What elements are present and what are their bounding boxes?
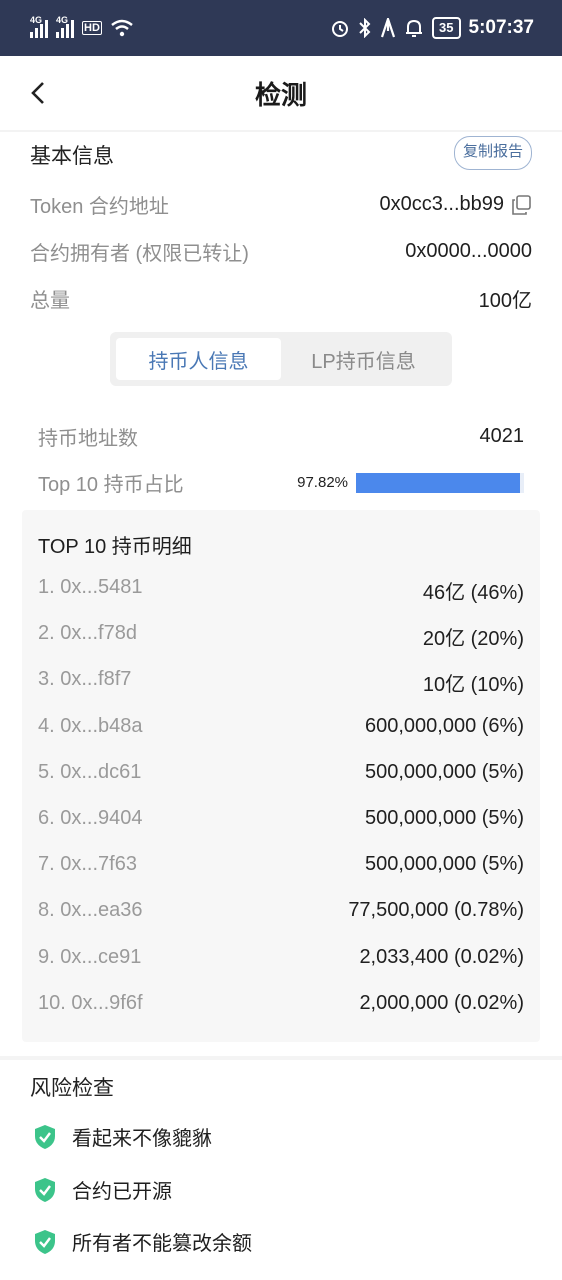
risk-check-label: 所有者不能篡改余额 <box>72 1233 252 1255</box>
hd-icon: HD <box>82 21 102 35</box>
status-bar: 4G 4G HD 35 5:07:37 <box>0 0 562 56</box>
top10-progress-bar <box>356 472 524 493</box>
token-address-label: Token 合约地址 <box>30 196 169 218</box>
holder-address: 4. 0x...b48a <box>38 714 143 737</box>
signal-icon-2: 4G <box>56 15 74 38</box>
holder-count-row: 持币地址数 4021 <box>38 422 524 451</box>
wifi-icon <box>111 19 133 37</box>
a-icon <box>380 18 396 38</box>
copy-report-button[interactable]: 复制报告 <box>453 136 532 170</box>
holder-amount: 600,000,000 (6%) <box>364 714 524 737</box>
holder-row: 10. 0x...9f6f 2,000,000 (0.02%) <box>38 992 524 1015</box>
top10-progress-fill <box>356 472 521 493</box>
holder-amount: 2,033,400 (0.02%) <box>359 945 524 968</box>
holder-row: 3. 0x...f8f7 10亿 (10%) <box>38 668 524 697</box>
token-address-row: Token 合约地址 0x0cc3...bb99 <box>30 190 532 219</box>
holder-row: 7. 0x...7f63 500,000,000 (5%) <box>38 853 524 876</box>
holder-address: 5. 0x...dc61 <box>38 760 142 783</box>
holder-amount: 500,000,000 (5%) <box>364 853 524 876</box>
top10-ratio-value: 97.82% <box>297 474 348 491</box>
holder-address: 1. 0x...5481 <box>38 576 143 598</box>
holder-row: 2. 0x...f78d 20亿 (20%) <box>38 622 524 651</box>
top10-title: TOP 10 持币明细 <box>38 536 192 558</box>
risk-title: 风险检查 <box>30 1077 114 1100</box>
copy-icon[interactable] <box>510 194 532 216</box>
tab-lp-holder-info[interactable]: LP持币信息 <box>281 338 446 380</box>
chevron-left-icon[interactable] <box>24 78 54 108</box>
shield-check-icon <box>35 1124 55 1149</box>
risk-check-item: 合约已开源 <box>34 1175 172 1204</box>
holder-row: 8. 0x...ea36 77,500,000 (0.78%) <box>38 899 524 922</box>
risk-check-item: 所有者不能篡改余额 <box>34 1227 252 1256</box>
holder-amount: 20亿 (20%) <box>422 628 524 651</box>
holder-amount: 77,500,000 (0.78%) <box>348 899 524 922</box>
owner-value: 0x0000...0000 <box>405 240 532 262</box>
clock: 5:07:37 <box>468 17 535 38</box>
holder-row: 1. 0x...5481 46亿 (46%) <box>38 576 524 605</box>
holder-address: 9. 0x...ce91 <box>38 945 142 968</box>
bell-icon <box>406 19 423 37</box>
holder-address: 3. 0x...f8f7 <box>38 668 132 691</box>
holder-tabs: 持币人信息 LP持币信息 <box>110 332 452 386</box>
holder-address: 2. 0x...f78d <box>38 622 137 645</box>
signal-icon-1: 4G <box>30 15 48 38</box>
risk-check-label: 看起来不像貔貅 <box>72 1128 212 1150</box>
supply-label: 总量 <box>30 290 70 312</box>
alarm-icon <box>332 21 349 37</box>
page-title: 检测 <box>254 79 307 110</box>
basic-info-title: 基本信息 <box>30 145 114 168</box>
holder-address: 8. 0x...ea36 <box>38 899 143 922</box>
holder-amount: 46亿 (46%) <box>422 582 524 604</box>
shield-check-icon <box>35 1177 55 1202</box>
battery-icon: 35 <box>432 17 461 39</box>
app-header: 检测 <box>0 56 562 130</box>
holder-amount: 500,000,000 (5%) <box>364 760 524 783</box>
bluetooth-icon <box>359 18 371 38</box>
risk-check-label: 合约已开源 <box>72 1181 172 1203</box>
divider <box>0 1056 562 1060</box>
owner-row: 合约拥有者 (权限已转让) 0x0000...0000 <box>30 237 532 266</box>
holder-amount: 2,000,000 (0.02%) <box>359 991 524 1014</box>
holder-row: 5. 0x...dc61 500,000,000 (5%) <box>38 761 524 784</box>
holder-address: 10. 0x...9f6f <box>38 991 143 1014</box>
owner-label: 合约拥有者 (权限已转让) <box>30 243 249 265</box>
holder-row: 4. 0x...b48a 600,000,000 (6%) <box>38 715 524 738</box>
holder-amount: 500,000,000 (5%) <box>364 807 524 829</box>
divider <box>0 130 562 132</box>
risk-check-item: 看起来不像貔貅 <box>34 1122 212 1151</box>
holder-row: 9. 0x...ce91 2,033,400 (0.02%) <box>38 946 524 969</box>
holder-row: 6. 0x...9404 500,000,000 (5%) <box>38 807 524 830</box>
holder-amount: 10亿 (10%) <box>422 674 524 697</box>
holder-address: 7. 0x...7f63 <box>38 853 137 876</box>
shield-check-icon <box>35 1229 55 1254</box>
supply-value: 100亿 <box>478 290 532 312</box>
supply-row: 总量 100亿 <box>30 284 532 313</box>
holder-count-label: 持币地址数 <box>38 428 138 450</box>
top10-card: TOP 10 持币明细 1. 0x...5481 46亿 (46%) 2. 0x..… <box>22 510 540 1042</box>
holder-address: 6. 0x...9404 <box>38 807 143 829</box>
holder-count-value: 4021 <box>479 425 525 447</box>
top10-ratio-label: Top 10 持币占比 <box>38 474 184 496</box>
top10-ratio-row: Top 10 持币占比 97.82% <box>38 468 524 497</box>
tab-holder-info[interactable]: 持币人信息 <box>116 338 281 380</box>
token-address-value: 0x0cc3...bb99 <box>379 193 504 215</box>
